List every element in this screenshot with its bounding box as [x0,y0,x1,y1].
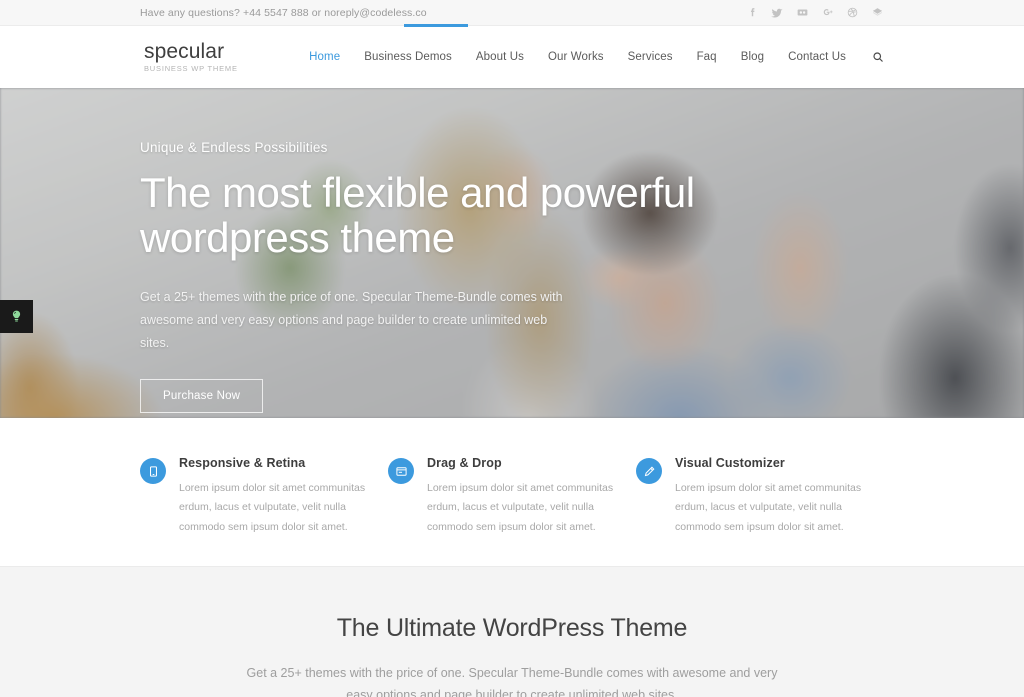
main-navigation: Home Business Demos About Us Our Works S… [309,51,884,63]
tablet-icon [140,458,166,484]
feature-title: Responsive & Retina [179,456,306,470]
ultimate-section: The Ultimate WordPress Theme Get a 25+ t… [0,566,1024,697]
feature-item: Drag & Drop Lorem ipsum dolor sit amet c… [388,456,636,537]
features-row: Responsive & Retina Lorem ipsum dolor si… [140,456,884,537]
nav-item-blog[interactable]: Blog [741,51,764,63]
hero-title-line-2: wordpress theme [140,213,455,261]
site-header: specular BUSINESS WP THEME Home Business… [0,26,1024,88]
social-links [745,6,884,20]
feature-item: Responsive & Retina Lorem ipsum dolor si… [140,456,388,537]
hero-title-line-1: The most flexible and powerful [140,169,695,216]
nav-item-business-demos[interactable]: Business Demos [364,51,452,63]
feature-title: Drag & Drop [427,456,502,470]
feature-body: Responsive & Retina Lorem ipsum dolor si… [179,456,366,537]
feature-text: Lorem ipsum dolor sit amet communitas er… [427,482,614,533]
features-section: Responsive & Retina Lorem ipsum dolor si… [0,418,1024,566]
side-tab-toggle[interactable] [0,300,33,333]
nav-item-faq[interactable]: Faq [697,51,717,63]
ultimate-title: The Ultimate WordPress Theme [336,614,688,642]
logo-name: specular [144,40,225,64]
site-logo[interactable]: specular BUSINESS WP THEME [140,41,238,73]
browser-window-icon [388,458,414,484]
search-icon[interactable] [872,51,884,63]
hero-section: Unique & Endless Possibilities The most … [0,88,1024,418]
feature-body: Visual Customizer Lorem ipsum dolor sit … [675,456,862,537]
google-plus-icon[interactable] [820,6,834,20]
lightbulb-icon [12,310,21,322]
feature-text: Lorem ipsum dolor sit amet communitas er… [675,482,862,533]
top-bar: Have any questions? +44 5547 888 or nore… [0,0,1024,27]
hero-kicker: Unique & Endless Possibilities [140,140,328,155]
nav-item-about-us[interactable]: About Us [476,51,524,63]
flickr-icon[interactable] [795,6,809,20]
logo-tagline: BUSINESS WP THEME [144,64,238,74]
hero-title: The most flexible and powerful wordpress… [140,169,740,261]
facebook-icon[interactable] [745,6,759,20]
nav-item-contact-us[interactable]: Contact Us [788,51,846,63]
hero-content: Unique & Endless Possibilities The most … [140,88,884,414]
feature-text: Lorem ipsum dolor sit amet communitas er… [179,482,366,533]
header-inner: specular BUSINESS WP THEME Home Business… [140,26,884,88]
ultimate-subtitle: Get a 25+ themes with the price of one. … [246,666,778,697]
top-bar-inner: Have any questions? +44 5547 888 or nore… [140,6,884,20]
purchase-now-button[interactable]: Purchase Now [140,379,264,414]
active-nav-indicator [404,24,468,27]
feature-item: Visual Customizer Lorem ipsum dolor sit … [636,456,884,537]
nav-item-home[interactable]: Home [309,51,340,63]
twitter-icon[interactable] [770,6,784,20]
hero-subtitle: Get a 25+ themes with the price of one. … [140,290,563,351]
nav-item-our-works[interactable]: Our Works [548,51,604,63]
contact-info-text: Have any questions? +44 5547 888 or nore… [140,6,427,19]
pencil-icon [636,458,662,484]
nav-item-services[interactable]: Services [628,51,673,63]
dribbble-icon[interactable] [845,6,859,20]
feature-body: Drag & Drop Lorem ipsum dolor sit amet c… [427,456,614,537]
feature-title: Visual Customizer [675,456,785,470]
designfloat-icon[interactable] [870,6,884,20]
